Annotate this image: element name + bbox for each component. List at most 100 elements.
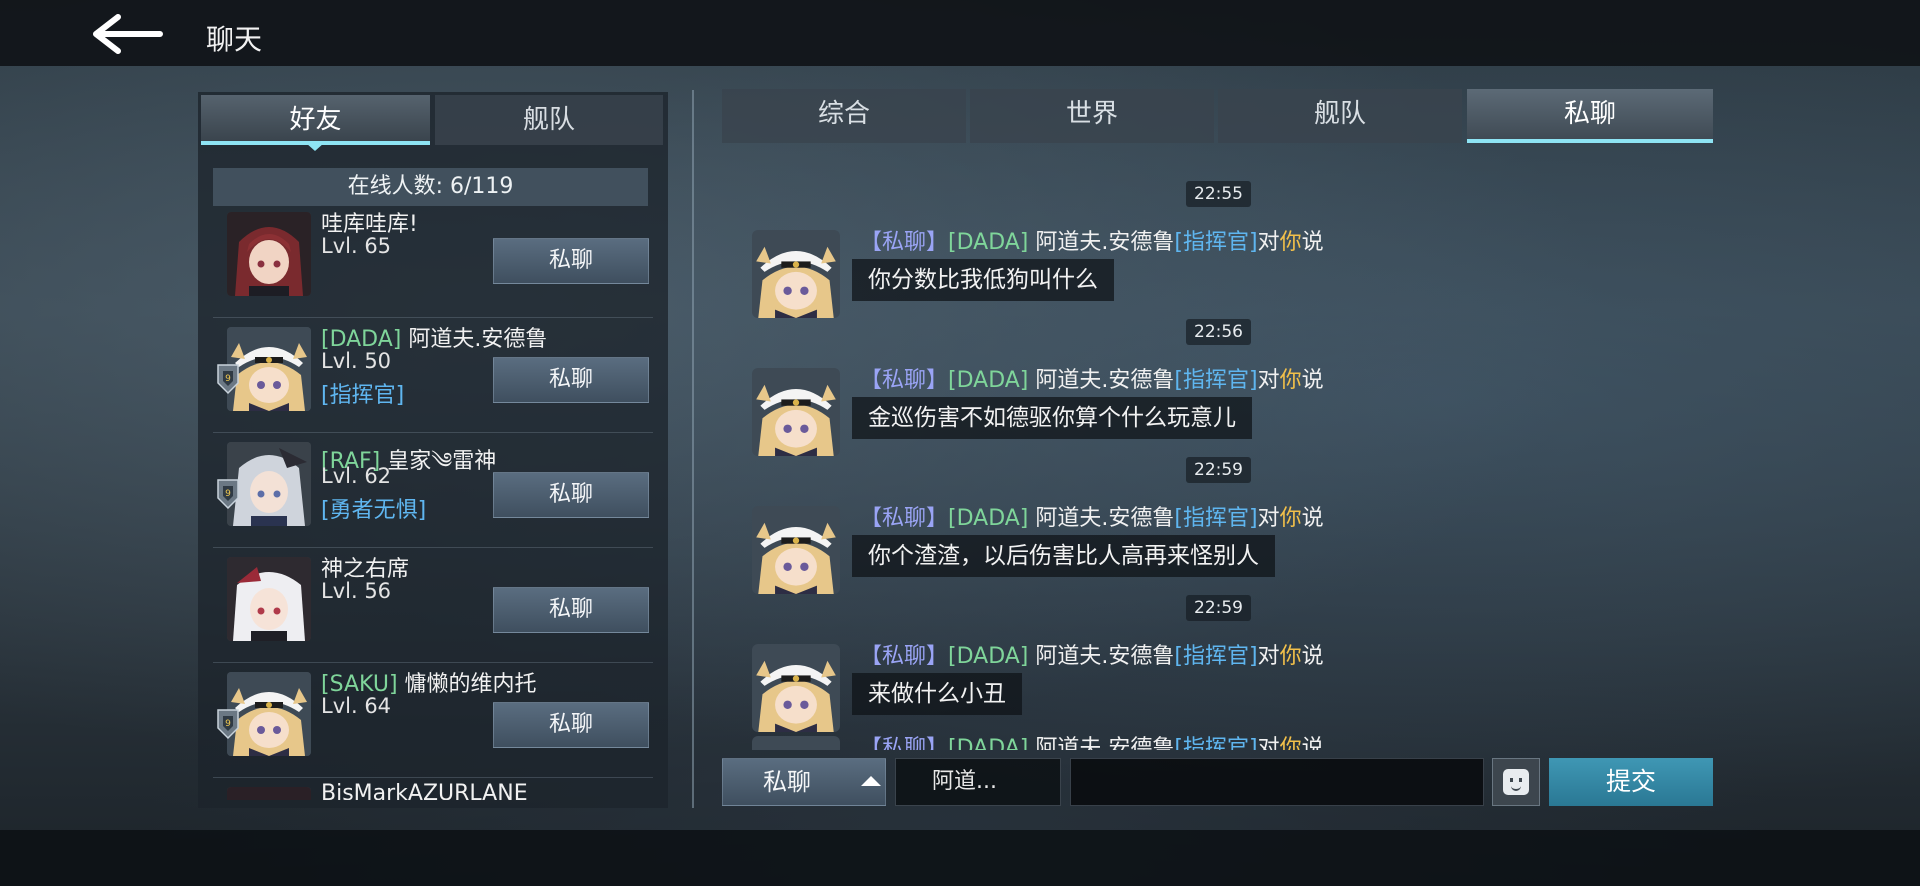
message-rank: [指挥官] (1174, 644, 1258, 669)
message-channel: 【私聊】 (860, 368, 949, 393)
caret-up-icon (861, 776, 881, 786)
friend-list-item: BisMarkAZURLANE (213, 777, 653, 800)
avatar[interactable] (752, 736, 840, 750)
message-header: 【私聊】[DADA] 阿道夫.安德鲁[指挥官]对你说 (860, 362, 1324, 394)
message-you: 你 (1279, 230, 1302, 255)
arrow-left-icon (93, 14, 163, 54)
avatar[interactable] (752, 644, 840, 732)
recipient-field[interactable]: 阿道... (895, 758, 1061, 806)
avatar[interactable] (752, 506, 840, 594)
friend-level: Lvl. 62 (321, 464, 392, 488)
message-header: 【私聊】[DADA] 阿道夫.安德鲁[指挥官]对你说 (860, 638, 1324, 670)
message-text: 来做什么小丑 (852, 673, 1022, 715)
friend-list-item: 哇库哇库! Lvl. 65 私聊 (213, 208, 653, 318)
chat-message-list[interactable]: 22:55 【私聊】[DADA] 阿道夫.安德鲁[指挥官]对你说 你分数比我低狗… (720, 150, 1714, 750)
message-channel: 【私聊】 (860, 506, 949, 531)
private-chat-button[interactable]: 私聊 (493, 472, 649, 518)
private-chat-button[interactable]: 私聊 (493, 238, 649, 284)
channel-select-label: 私聊 (763, 768, 811, 796)
message-says: 说 (1301, 644, 1324, 669)
message-sender[interactable]: 阿道夫.安德鲁 (1035, 230, 1174, 255)
message-sender[interactable]: 阿道夫.安德鲁 (1035, 368, 1174, 393)
message-says: 说 (1301, 230, 1324, 255)
friend-list[interactable]: 哇库哇库! Lvl. 65 私聊 [DADA] 阿道夫.安德鲁 Lvl. 50 … (213, 208, 653, 800)
friend-level: Lvl. 56 (321, 579, 392, 603)
friend-list-item: [DADA] 阿道夫.安德鲁 Lvl. 50 [指挥官] 私聊 (213, 317, 653, 433)
friend-list-item: [RAF] 皇家༄雷神 Lvl. 62 [勇者无惧] 私聊 (213, 432, 653, 548)
friend-name-text: 慵懒的维内托 (404, 672, 537, 697)
friend-level: Lvl. 50 (321, 349, 392, 373)
message-sender[interactable]: 阿道夫.安德鲁 (1035, 736, 1174, 750)
avatar (227, 787, 311, 800)
avatar[interactable] (752, 230, 840, 318)
friend-level: Lvl. 64 (321, 694, 392, 718)
message-input[interactable] (1070, 758, 1484, 806)
private-chat-button[interactable]: 私聊 (493, 587, 649, 633)
message-rank: [指挥官] (1174, 736, 1258, 750)
friend-list-item: [SAKU] 慵懒的维内托 Lvl. 64 私聊 (213, 662, 653, 778)
rank-badge-icon (215, 361, 241, 395)
message-header: 【私聊】[DADA] 阿道夫.安德鲁[指挥官]对你说 (860, 730, 1324, 750)
tab-world[interactable]: 世界 (970, 89, 1214, 143)
message-timestamp: 22:59 (1186, 457, 1251, 483)
friend-name: BisMarkAZURLANE (321, 781, 528, 800)
friend-list-item: 神之右席 Lvl. 56 私聊 (213, 547, 653, 663)
avatar[interactable] (752, 368, 840, 456)
message-channel: 【私聊】 (860, 230, 949, 255)
private-chat-button[interactable]: 私聊 (493, 357, 649, 403)
tab-friends[interactable]: 好友 (201, 95, 430, 145)
active-tab-caret (306, 143, 324, 151)
top-bar: 聊天 (0, 0, 1920, 66)
message-says: 说 (1301, 506, 1324, 531)
message-timestamp: 22:56 (1186, 319, 1251, 345)
tab-private-chat[interactable]: 私聊 (1467, 89, 1713, 143)
message-guild-tag: [DADA] (948, 644, 1029, 669)
message-you: 你 (1279, 736, 1302, 750)
emoji-face-icon (1503, 769, 1529, 795)
online-count: 在线人数: 6/119 (213, 168, 648, 206)
message-header: 【私聊】[DADA] 阿道夫.安德鲁[指挥官]对你说 (860, 500, 1324, 532)
tab-general[interactable]: 综合 (722, 89, 966, 143)
message-channel: 【私聊】 (860, 644, 949, 669)
avatar (227, 212, 311, 296)
message-timestamp: 22:55 (1186, 181, 1251, 207)
message-text: 金巡伤害不如德驱你算个什么玩意儿 (852, 397, 1252, 439)
message-says: 说 (1301, 736, 1324, 750)
message-guild-tag: [DADA] (948, 736, 1029, 750)
page-title: 聊天 (206, 23, 263, 56)
message-text: 你个渣渣，以后伤害比人高再来怪别人 (852, 535, 1275, 577)
friend-name-text: 阿道夫.安德鲁 (408, 327, 548, 352)
message-to: 对 (1257, 736, 1280, 750)
message-says: 说 (1301, 368, 1324, 393)
message-rank: [指挥官] (1174, 368, 1258, 393)
back-button[interactable] (92, 14, 172, 54)
message-sender[interactable]: 阿道夫.安德鲁 (1035, 506, 1174, 531)
panel-divider (692, 90, 694, 808)
friend-title: [指挥官] (321, 383, 405, 408)
message-to: 对 (1257, 230, 1280, 255)
message-to: 对 (1257, 506, 1280, 531)
friend-title: [勇者无惧] (321, 498, 427, 523)
friend-name-text: BisMarkAZURLANE (321, 781, 528, 800)
message-you: 你 (1279, 506, 1302, 531)
message-guild-tag: [DADA] (948, 368, 1029, 393)
message-guild-tag: [DADA] (948, 230, 1029, 255)
emoji-button[interactable] (1492, 758, 1540, 806)
message-to: 对 (1257, 644, 1280, 669)
message-to: 对 (1257, 368, 1280, 393)
private-chat-button[interactable]: 私聊 (493, 702, 649, 748)
message-header: 【私聊】[DADA] 阿道夫.安德鲁[指挥官]对你说 (860, 224, 1324, 256)
submit-button[interactable]: 提交 (1549, 758, 1713, 806)
friend-level: Lvl. 65 (321, 234, 392, 258)
message-sender[interactable]: 阿道夫.安德鲁 (1035, 644, 1174, 669)
channel-select[interactable]: 私聊 (722, 758, 886, 806)
message-rank: [指挥官] (1174, 230, 1258, 255)
message-you: 你 (1279, 368, 1302, 393)
tab-fleet[interactable]: 舰队 (435, 95, 663, 145)
tab-fleet-chat[interactable]: 舰队 (1218, 89, 1462, 143)
message-guild-tag: [DADA] (948, 506, 1029, 531)
friends-panel: 好友 舰队 在线人数: 6/119 哇库哇库! Lvl. 65 私聊 [DADA… (198, 92, 668, 808)
friend-name-text: 皇家༄雷神 (387, 449, 497, 474)
avatar (227, 557, 311, 641)
message-rank: [指挥官] (1174, 506, 1258, 531)
